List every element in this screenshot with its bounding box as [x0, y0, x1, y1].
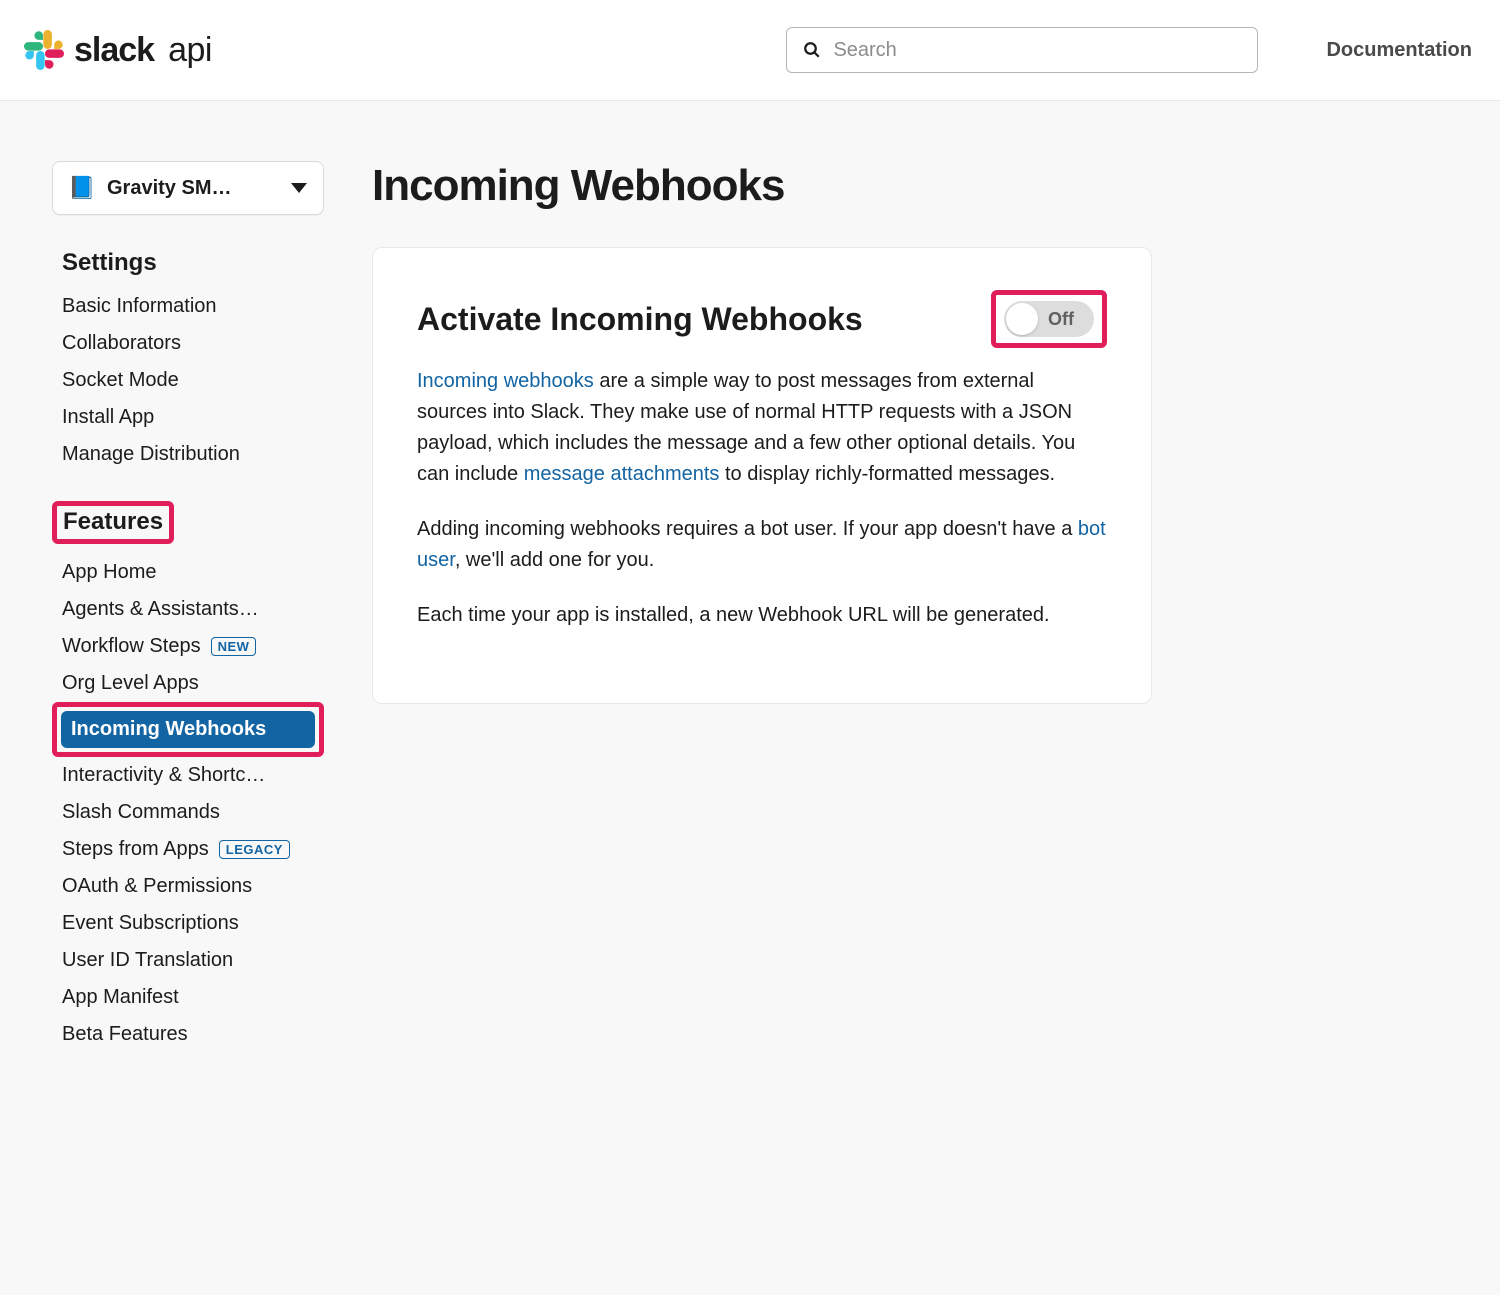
selected-app-name: Gravity SM…	[107, 177, 279, 200]
sidebar-item-interactivity-shortcuts[interactable]: Interactivity & Shortc…	[52, 757, 324, 794]
incoming-webhooks-link[interactable]: Incoming webhooks	[417, 370, 594, 392]
message-attachments-link[interactable]: message attachments	[524, 463, 720, 485]
sidebar-item-socket-mode[interactable]: Socket Mode	[52, 362, 324, 399]
legacy-badge: LEGACY	[219, 840, 290, 859]
highlight-toggle: Off	[991, 290, 1107, 348]
brand-text-suffix: api	[168, 31, 212, 70]
highlight-features-header: Features	[52, 501, 174, 544]
sidebar-item-user-id-translation[interactable]: User ID Translation	[52, 942, 324, 979]
text: Adding incoming webhooks requires a bot …	[417, 518, 1078, 540]
search-input[interactable]	[833, 39, 1241, 62]
sidebar-item-workflow-steps[interactable]: Workflow Steps NEW	[52, 628, 324, 665]
text: , we'll add one for you.	[455, 549, 655, 571]
documentation-link[interactable]: Documentation	[1326, 39, 1472, 62]
toggle-knob	[1006, 303, 1038, 335]
sidebar-item-label: Workflow Steps	[62, 635, 201, 658]
sidebar-item-manage-distribution[interactable]: Manage Distribution	[52, 436, 324, 473]
sidebar-item-incoming-webhooks[interactable]: Incoming Webhooks	[61, 711, 315, 748]
card-paragraph-3: Each time your app is installed, a new W…	[417, 600, 1107, 631]
nav-header-features: Features	[63, 508, 163, 537]
slack-api-logo[interactable]: slack api	[24, 30, 212, 70]
nav-header-settings: Settings	[52, 249, 324, 278]
sidebar-item-slash-commands[interactable]: Slash Commands	[52, 794, 324, 831]
notebook-icon: 📘	[69, 175, 95, 201]
sidebar-item-install-app[interactable]: Install App	[52, 399, 324, 436]
brand-text-main: slack	[74, 31, 154, 70]
main-content: Incoming Webhooks Activate Incoming Webh…	[372, 161, 1192, 1295]
sidebar-item-agents-assistants[interactable]: Agents & Assistants…	[52, 591, 324, 628]
app-selector-dropdown[interactable]: 📘 Gravity SM…	[52, 161, 324, 215]
card-paragraph-2: Adding incoming webhooks requires a bot …	[417, 514, 1107, 576]
sidebar-item-oauth-permissions[interactable]: OAuth & Permissions	[52, 868, 324, 905]
new-badge: NEW	[211, 637, 257, 656]
toggle-state-label: Off	[1048, 309, 1074, 330]
sidebar-item-org-level-apps[interactable]: Org Level Apps	[52, 665, 324, 702]
search-icon	[803, 41, 821, 59]
sidebar-item-steps-from-apps[interactable]: Steps from Apps LEGACY	[52, 831, 324, 868]
sidebar: 📘 Gravity SM… Settings Basic Information…	[52, 161, 324, 1295]
sidebar-item-app-manifest[interactable]: App Manifest	[52, 979, 324, 1016]
activate-webhooks-card: Activate Incoming Webhooks Off Incoming …	[372, 247, 1152, 704]
activate-webhooks-toggle[interactable]: Off	[1004, 301, 1094, 337]
chevron-down-icon	[291, 183, 307, 193]
card-title: Activate Incoming Webhooks	[417, 301, 863, 338]
sidebar-item-beta-features[interactable]: Beta Features	[52, 1016, 324, 1053]
top-bar: slack api Documentation	[0, 0, 1500, 101]
sidebar-item-event-subscriptions[interactable]: Event Subscriptions	[52, 905, 324, 942]
card-paragraph-1: Incoming webhooks are a simple way to po…	[417, 366, 1107, 490]
sidebar-item-app-home[interactable]: App Home	[52, 554, 324, 591]
text: to display richly-formatted messages.	[719, 463, 1055, 485]
sidebar-item-collaborators[interactable]: Collaborators	[52, 325, 324, 362]
slack-logo-icon	[24, 30, 64, 70]
page-title: Incoming Webhooks	[372, 161, 1152, 211]
sidebar-item-label: Steps from Apps	[62, 838, 209, 861]
search-input-container[interactable]	[786, 27, 1258, 73]
highlight-incoming-webhooks: Incoming Webhooks	[52, 702, 324, 757]
sidebar-item-basic-information[interactable]: Basic Information	[52, 288, 324, 325]
